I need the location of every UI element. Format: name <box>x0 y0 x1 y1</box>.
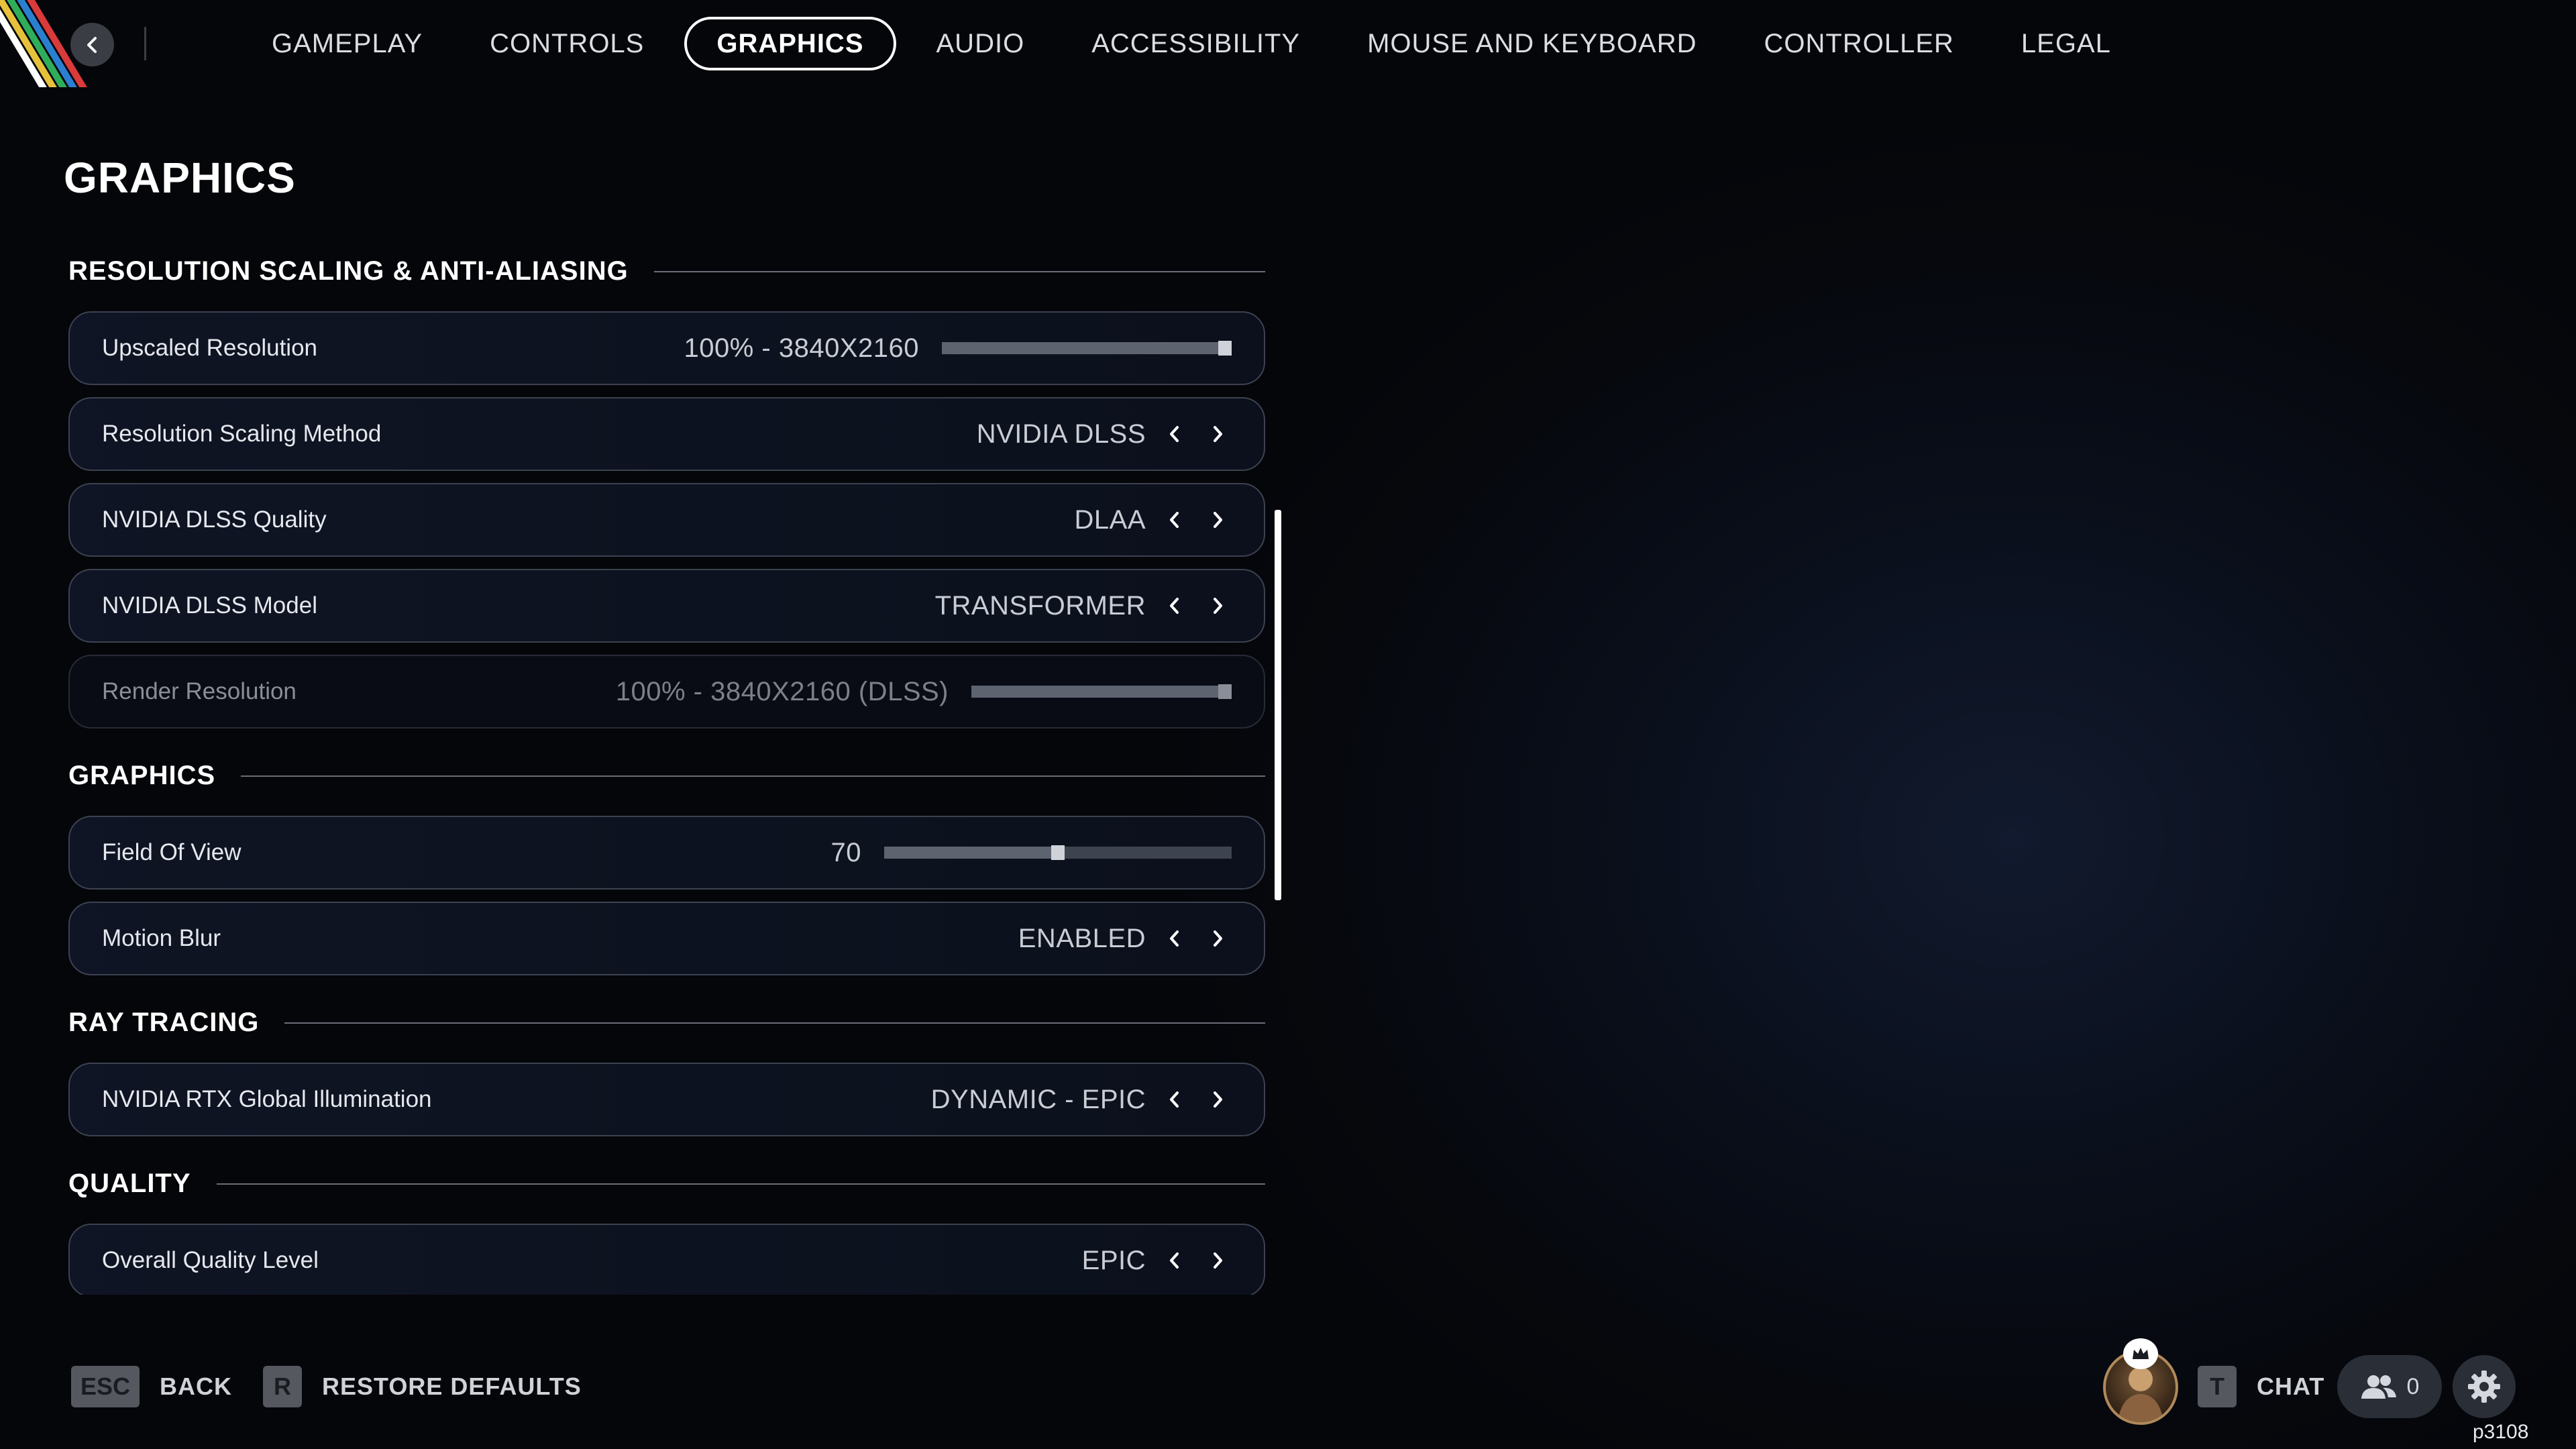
setting-label: Overall Quality Level <box>102 1247 319 1273</box>
chevron-right-icon[interactable] <box>1203 420 1232 448</box>
t-keycap: T <box>2198 1366 2237 1407</box>
setting-value: DLAA <box>1074 504 1146 535</box>
chevron-right-icon[interactable] <box>1203 506 1232 534</box>
section-quality-header: QUALITY <box>68 1169 1265 1199</box>
tab-audio[interactable]: AUDIO <box>903 17 1059 70</box>
friends-button[interactable]: 0 <box>2337 1355 2442 1418</box>
section-title: QUALITY <box>68 1169 191 1198</box>
field-of-view-slider[interactable] <box>884 845 1232 860</box>
setting-field-of-view[interactable]: Field Of View 70 <box>68 816 1265 890</box>
tab-gameplay[interactable]: GAMEPLAY <box>238 17 456 70</box>
setting-value: ENABLED <box>1018 923 1146 953</box>
setting-upscaled-resolution[interactable]: Upscaled Resolution 100% - 3840X2160 <box>68 311 1265 385</box>
chevron-left-icon[interactable] <box>1161 420 1189 448</box>
slider-fill <box>884 847 1058 859</box>
setting-motion-blur[interactable]: Motion Blur ENABLED <box>68 902 1265 975</box>
friends-icon <box>2361 1375 2396 1399</box>
tab-controller[interactable]: CONTROLLER <box>1731 17 1988 70</box>
setting-label: Render Resolution <box>102 678 297 704</box>
chevron-left-icon <box>87 36 97 53</box>
gear-icon <box>2468 1371 2500 1403</box>
setting-rtx-global-illumination[interactable]: NVIDIA RTX Global Illumination DYNAMIC -… <box>68 1063 1265 1136</box>
setting-value: DYNAMIC - EPIC <box>930 1084 1146 1114</box>
tab-mouse-and-keyboard[interactable]: MOUSE AND KEYBOARD <box>1334 17 1730 70</box>
setting-resolution-scaling-method[interactable]: Resolution Scaling Method NVIDIA DLSS <box>68 397 1265 471</box>
setting-label: NVIDIA DLSS Model <box>102 592 317 619</box>
setting-label: Resolution Scaling Method <box>102 421 382 447</box>
section-ray-tracing-header: RAY TRACING <box>68 1008 1265 1038</box>
slider-fill <box>971 686 1225 698</box>
setting-label: NVIDIA DLSS Quality <box>102 506 327 533</box>
slider-handle[interactable] <box>1218 341 1232 356</box>
setting-label: Upscaled Resolution <box>102 335 318 361</box>
section-graphics-header: GRAPHICS <box>68 761 1265 791</box>
friends-count: 0 <box>2406 1373 2420 1399</box>
setting-overall-quality-level[interactable]: Overall Quality Level EPIC <box>68 1224 1265 1295</box>
restore-defaults-label: RESTORE DEFAULTS <box>322 1373 582 1400</box>
tab-controls[interactable]: CONTROLS <box>456 17 678 70</box>
chevron-right-icon[interactable] <box>1203 924 1232 953</box>
section-title: RESOLUTION SCALING & ANTI-ALIASING <box>68 256 629 286</box>
slider-handle <box>1218 684 1232 699</box>
crown-icon <box>2123 1338 2158 1369</box>
chevron-right-icon[interactable] <box>1203 1246 1232 1275</box>
slider-handle[interactable] <box>1051 845 1065 860</box>
restore-defaults-hint[interactable]: R RESTORE DEFAULTS <box>263 1366 582 1407</box>
setting-render-resolution: Render Resolution 100% - 3840X2160 (DLSS… <box>68 655 1265 729</box>
chevron-left-icon[interactable] <box>1161 1085 1189 1114</box>
setting-value: 100% - 3840X2160 (DLSS) <box>615 676 949 706</box>
setting-nvidia-dlss-quality[interactable]: NVIDIA DLSS Quality DLAA <box>68 483 1265 557</box>
setting-value: 100% - 3840X2160 <box>684 333 919 363</box>
section-resolution-header: RESOLUTION SCALING & ANTI-ALIASING <box>68 256 1265 286</box>
chevron-left-icon[interactable] <box>1161 592 1189 620</box>
settings-scrollbar[interactable] <box>1275 510 1281 900</box>
back-label: BACK <box>160 1373 233 1400</box>
chat-hint[interactable]: T CHAT <box>2198 1366 2324 1407</box>
setting-value: 70 <box>830 837 861 867</box>
build-version: p3108 <box>2473 1421 2529 1443</box>
section-title: GRAPHICS <box>68 761 216 790</box>
setting-nvidia-dlss-model[interactable]: NVIDIA DLSS Model TRANSFORMER <box>68 569 1265 643</box>
tab-legal[interactable]: LEGAL <box>1988 17 2145 70</box>
setting-value: EPIC <box>1081 1245 1146 1275</box>
page-title: GRAPHICS <box>64 154 296 202</box>
settings-panel: RESOLUTION SCALING & ANTI-ALIASING Upsca… <box>68 241 1268 1295</box>
chevron-left-icon[interactable] <box>1161 924 1189 953</box>
back-hint[interactable]: ESC BACK <box>71 1366 232 1407</box>
render-resolution-slider <box>971 684 1232 699</box>
setting-label: NVIDIA RTX Global Illumination <box>102 1086 432 1112</box>
tab-accessibility[interactable]: ACCESSIBILITY <box>1058 17 1334 70</box>
slider-fill <box>942 342 1225 354</box>
chevron-left-icon[interactable] <box>1161 1246 1189 1275</box>
section-divider <box>284 1022 1265 1024</box>
chevron-right-icon[interactable] <box>1203 1085 1232 1114</box>
chat-label: CHAT <box>2257 1373 2325 1400</box>
settings-button[interactable] <box>2453 1355 2516 1418</box>
settings-tabs: GAMEPLAY CONTROLS GRAPHICS AUDIO ACCESSI… <box>238 15 2145 72</box>
section-divider <box>216 1183 1265 1185</box>
setting-value: TRANSFORMER <box>934 590 1146 621</box>
tab-graphics[interactable]: GRAPHICS <box>684 17 896 70</box>
chevron-right-icon[interactable] <box>1203 592 1232 620</box>
setting-value: NVIDIA DLSS <box>976 419 1146 449</box>
section-divider <box>653 270 1265 272</box>
esc-keycap: ESC <box>71 1366 140 1407</box>
upscaled-resolution-slider[interactable] <box>942 341 1232 356</box>
r-keycap: R <box>263 1366 302 1407</box>
setting-label: Motion Blur <box>102 925 221 951</box>
chevron-left-icon[interactable] <box>1161 506 1189 534</box>
section-title: RAY TRACING <box>68 1008 260 1037</box>
back-nav-button[interactable] <box>70 23 114 66</box>
setting-label: Field Of View <box>102 839 241 865</box>
nav-divider <box>144 27 146 60</box>
section-divider <box>241 775 1265 777</box>
